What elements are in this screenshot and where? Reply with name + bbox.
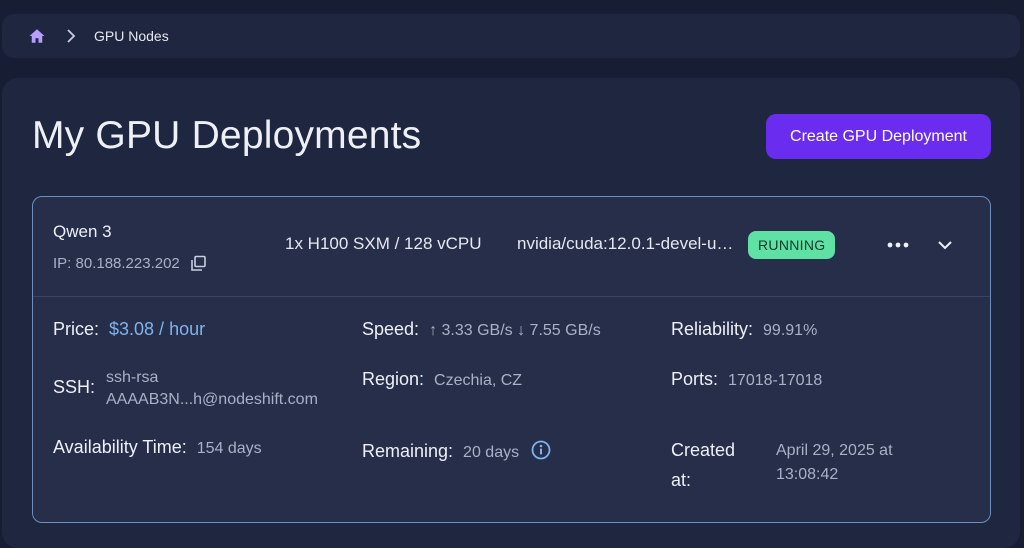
- created-value-line-1: April 29, 2025 at: [776, 442, 893, 459]
- speed-label: Speed:: [362, 319, 420, 339]
- reliability-field: Reliability: 99.91%: [671, 319, 817, 340]
- ip-address: IP: 80.188.223.202: [53, 255, 180, 272]
- home-icon[interactable]: [28, 27, 46, 45]
- info-icon[interactable]: [531, 440, 551, 460]
- region-value: Czechia, CZ: [434, 372, 523, 389]
- availability-value: 154 days: [196, 440, 262, 457]
- ssh-value: ssh-rsa AAAAB3N...h@nodeshift.com: [106, 367, 318, 411]
- deployment-card: Qwen 3 IP: 80.188.223.202 1x H100 SXM / …: [32, 196, 991, 523]
- created-label-line-2: at:: [671, 470, 692, 490]
- gpu-spec: 1x H100 SXM / 128 vCPU: [285, 234, 482, 253]
- price-label: Price:: [53, 319, 100, 339]
- breadcrumb-current[interactable]: GPU Nodes: [94, 28, 169, 44]
- created-label: Created at:: [671, 435, 735, 495]
- remaining-value: 20 days: [463, 444, 520, 461]
- ports-field: Ports: 17018-17018: [671, 369, 822, 390]
- speed-value: ↑ 3.33 GB/s ↓ 7.55 GB/s: [429, 322, 601, 339]
- chevron-right-icon: [66, 29, 76, 43]
- chevron-down-icon[interactable]: [933, 235, 957, 255]
- availability-label: Availability Time:: [53, 437, 187, 457]
- ssh-line-1: ssh-rsa: [106, 369, 159, 386]
- breadcrumb: GPU Nodes: [2, 14, 1020, 58]
- remaining-label: Remaining:: [362, 441, 454, 461]
- ssh-label: SSH:: [53, 377, 96, 397]
- main-panel: My GPU Deployments Create GPU Deployment…: [2, 78, 1020, 548]
- create-gpu-deployment-button[interactable]: Create GPU Deployment: [766, 114, 991, 159]
- ports-label: Ports:: [671, 369, 719, 389]
- page-title: My GPU Deployments: [32, 114, 422, 157]
- container-image: nvidia/cuda:12.0.1-devel-ubuntu22.04: [517, 234, 740, 253]
- deployment-card-header[interactable]: Qwen 3 IP: 80.188.223.202 1x H100 SXM / …: [33, 197, 990, 297]
- price-field: Price: $3.08 / hour: [53, 319, 205, 340]
- node-name: Qwen 3: [53, 222, 112, 241]
- copy-icon[interactable]: [190, 255, 207, 272]
- remaining-field: Remaining: 20 days: [362, 437, 551, 462]
- ssh-line-2: AAAAB3N...h@nodeshift.com: [106, 391, 318, 408]
- created-value: April 29, 2025 at 13:08:42: [776, 439, 893, 487]
- status-badge: RUNNING: [748, 231, 836, 259]
- reliability-value: 99.91%: [763, 322, 818, 339]
- created-label-line-1: Created: [671, 440, 736, 460]
- more-options-icon[interactable]: [884, 235, 912, 255]
- ip-row: IP: 80.188.223.202: [53, 255, 207, 272]
- price-value: $3.08 / hour: [109, 319, 206, 339]
- speed-field: Speed: ↑ 3.33 GB/s ↓ 7.55 GB/s: [362, 319, 601, 340]
- ports-value: 17018-17018: [728, 372, 823, 389]
- region-label: Region:: [362, 369, 425, 389]
- region-field: Region: Czechia, CZ: [362, 369, 522, 390]
- reliability-label: Reliability:: [671, 319, 754, 339]
- availability-field: Availability Time: 154 days: [53, 437, 262, 458]
- created-value-line-2: 13:08:42: [776, 466, 839, 483]
